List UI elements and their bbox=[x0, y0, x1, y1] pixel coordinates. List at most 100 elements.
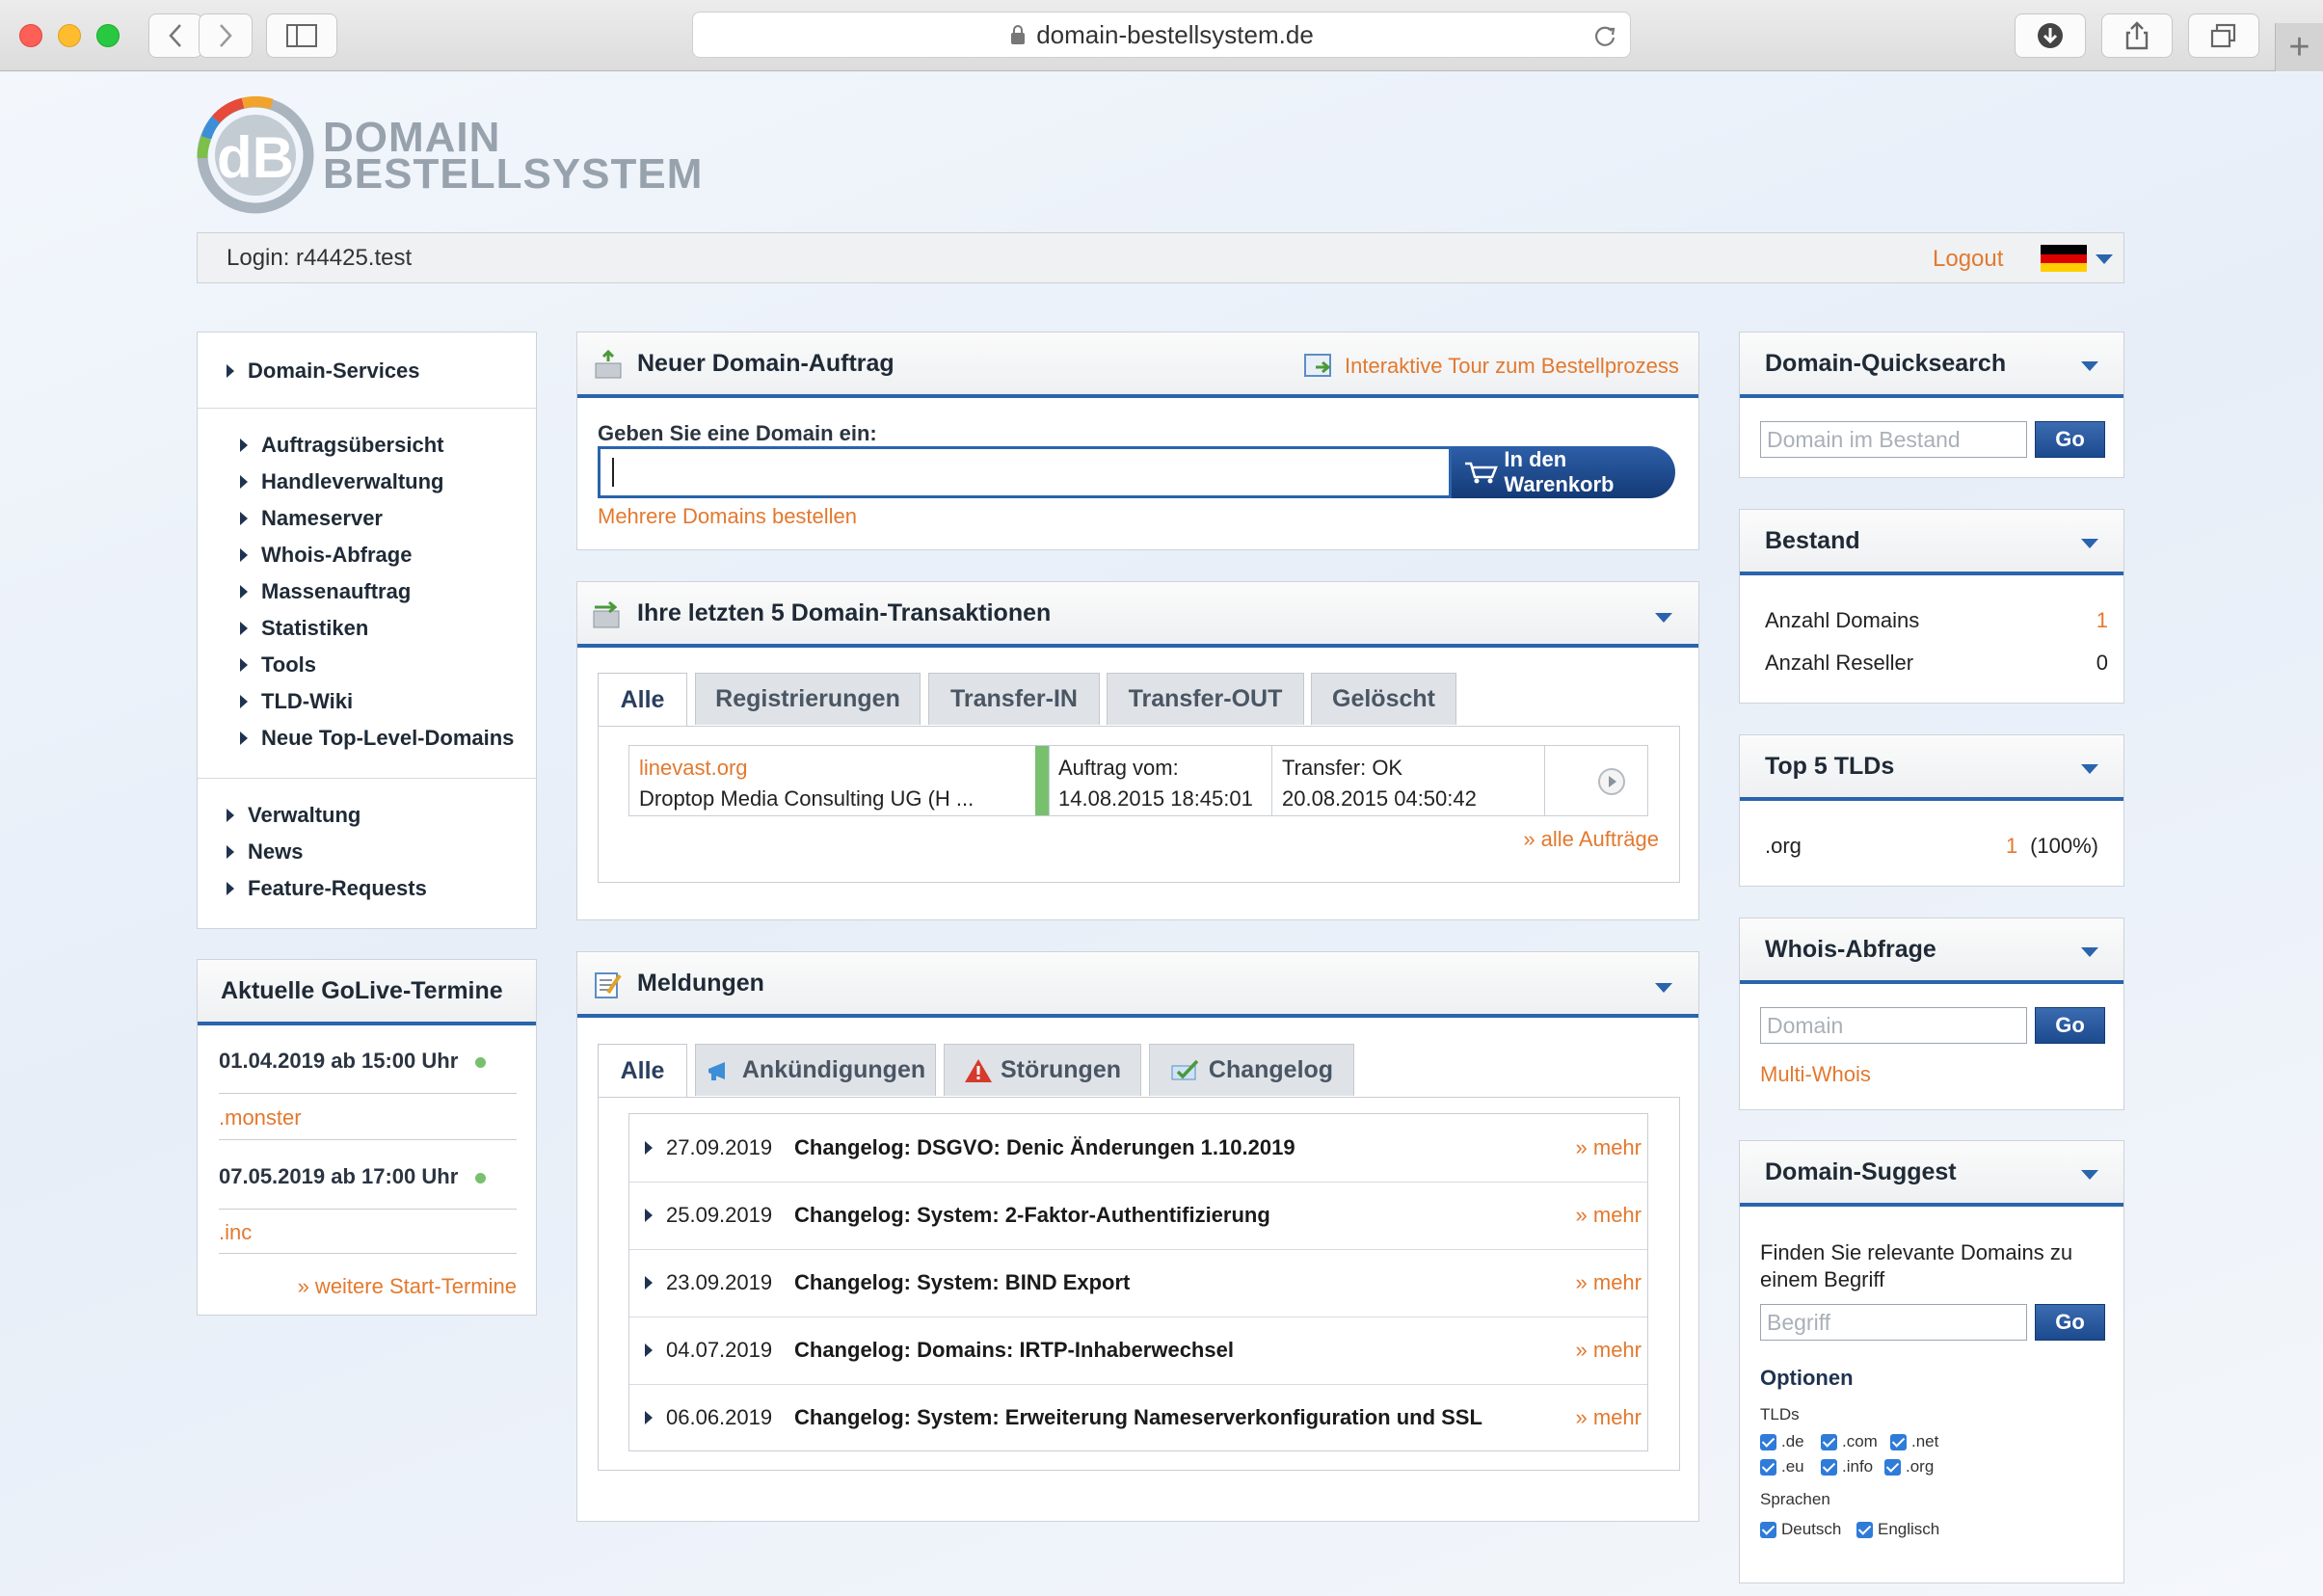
collapse-toggle-icon[interactable] bbox=[2081, 539, 2098, 548]
quicksearch-input[interactable]: Domain im Bestand bbox=[1760, 421, 2027, 458]
top-tlds-title: Top 5 TLDs bbox=[1740, 735, 2123, 801]
list-item[interactable]: 06.06.2019 Changelog: System: Erweiterun… bbox=[629, 1384, 1647, 1451]
golive-tld-link-1[interactable]: .monster bbox=[219, 1105, 302, 1130]
multi-whois-link[interactable]: Multi-Whois bbox=[1760, 1062, 1871, 1087]
interactive-tour-link[interactable]: Interaktive Tour zum Bestellprozess bbox=[1304, 352, 1679, 381]
more-link[interactable]: » mehr bbox=[1576, 1203, 1642, 1228]
reseller-count-label: Anzahl Reseller bbox=[1765, 651, 1914, 675]
sidebar-item-massenauftrag[interactable]: Massenauftrag bbox=[240, 579, 411, 604]
collapse-toggle-icon[interactable] bbox=[2081, 764, 2098, 774]
sidebar-item-news[interactable]: News bbox=[227, 839, 303, 864]
sidebar-item-tld-wiki[interactable]: TLD-Wiki bbox=[240, 689, 353, 714]
more-start-dates-link[interactable]: » weitere Start-Termine bbox=[298, 1274, 517, 1299]
tld-checkbox-org[interactable]: .org bbox=[1884, 1457, 1934, 1476]
german-flag-icon bbox=[2041, 245, 2087, 272]
logout-link[interactable]: Logout bbox=[1933, 246, 2003, 273]
more-link[interactable]: » mehr bbox=[1576, 1135, 1642, 1160]
sidebar-item-neue-tlds[interactable]: Neue Top-Level-Domains bbox=[240, 726, 514, 751]
sidebar-item-whois-abfrage[interactable]: Whois-Abfrage bbox=[240, 543, 412, 568]
tab-alle[interactable]: Alle bbox=[598, 1044, 687, 1097]
tab-registrierungen[interactable]: Registrierungen bbox=[695, 673, 921, 725]
tld-checkbox-info[interactable]: .info bbox=[1821, 1457, 1873, 1476]
triangle-right-icon bbox=[240, 512, 248, 525]
sidebar-item-handleverwaltung[interactable]: Handleverwaltung bbox=[240, 469, 443, 494]
lang-checkbox-deutsch[interactable]: Deutsch bbox=[1760, 1520, 1841, 1539]
tab-ankuendigungen[interactable]: Ankündigungen bbox=[695, 1044, 936, 1096]
sidebar-item-verwaltung[interactable]: Verwaltung bbox=[227, 803, 360, 828]
keyword-input[interactable]: Begriff bbox=[1760, 1304, 2027, 1341]
transaction-domain-link[interactable]: linevast.org bbox=[639, 756, 748, 781]
collapse-toggle-icon[interactable] bbox=[2081, 1170, 2098, 1180]
cart-add-icon bbox=[595, 350, 622, 379]
domain-count-value[interactable]: 1 bbox=[2096, 608, 2108, 633]
list-item[interactable]: 04.07.2019 Changelog: Domains: IRTP-Inha… bbox=[629, 1317, 1647, 1385]
domain-order-input[interactable] bbox=[598, 446, 1452, 498]
tab-transfer-out[interactable]: Transfer-OUT bbox=[1107, 673, 1304, 725]
sidebar-item-statistiken[interactable]: Statistiken bbox=[240, 616, 368, 641]
tab-stoerungen[interactable]: Störungen bbox=[944, 1044, 1141, 1096]
tld-checkbox-com[interactable]: .com bbox=[1821, 1432, 1878, 1451]
whois-go-button[interactable]: Go bbox=[2035, 1007, 2105, 1044]
sidebar-toggle-button[interactable] bbox=[266, 13, 337, 58]
collapse-toggle-icon[interactable] bbox=[1655, 983, 1672, 993]
all-orders-link[interactable]: » alle Aufträge bbox=[1523, 827, 1659, 852]
more-link[interactable]: » mehr bbox=[1576, 1338, 1642, 1363]
messages-tab-panel: 27.09.2019 Changelog: DSGVO: Denic Änder… bbox=[598, 1097, 1680, 1471]
transaction-row[interactable]: linevast.org Droptop Media Consulting UG… bbox=[628, 745, 1648, 816]
list-item[interactable]: 23.09.2019 Changelog: System: BIND Expor… bbox=[629, 1249, 1647, 1317]
tabs-overview-button[interactable] bbox=[2188, 13, 2259, 58]
sidebar-item-auftragsuebersicht[interactable]: Auftragsübersicht bbox=[240, 433, 443, 458]
checkbox-checked-icon bbox=[1821, 1434, 1837, 1451]
language-select[interactable] bbox=[2041, 245, 2113, 274]
tld-count[interactable]: 1 bbox=[2006, 834, 2017, 859]
domain-count-label: Anzahl Domains bbox=[1765, 608, 1920, 632]
sidebar-item-tools[interactable]: Tools bbox=[240, 652, 316, 678]
list-item[interactable]: 27.09.2019 Changelog: DSGVO: Denic Änder… bbox=[629, 1114, 1647, 1183]
sidebar-section-domain-services[interactable]: Domain-Services bbox=[227, 359, 420, 384]
more-link[interactable]: » mehr bbox=[1576, 1270, 1642, 1295]
forward-button[interactable] bbox=[199, 13, 253, 58]
whois-domain-input[interactable]: Domain bbox=[1760, 1007, 2027, 1044]
minimize-window-button[interactable] bbox=[58, 24, 81, 47]
sidebar-item-nameserver[interactable]: Nameserver bbox=[240, 506, 383, 531]
tab-alle[interactable]: Alle bbox=[598, 673, 687, 726]
sidebar-icon bbox=[286, 24, 317, 47]
maximize-window-button[interactable] bbox=[96, 24, 120, 47]
back-button[interactable] bbox=[148, 13, 202, 58]
checkbox-checked-icon bbox=[1760, 1522, 1776, 1539]
list-item[interactable]: 25.09.2019 Changelog: System: 2-Faktor-A… bbox=[629, 1182, 1647, 1250]
url-text: domain-bestellsystem.de bbox=[1036, 19, 1314, 49]
multiple-domains-link[interactable]: Mehrere Domains bestellen bbox=[598, 504, 857, 529]
downloads-button[interactable] bbox=[2015, 13, 2086, 58]
collapse-toggle-icon[interactable] bbox=[1655, 613, 1672, 623]
reload-icon[interactable] bbox=[1593, 24, 1616, 47]
address-bar[interactable]: domain-bestellsystem.de bbox=[692, 12, 1631, 58]
message-title: Changelog: System: Erweiterung Nameserve… bbox=[794, 1405, 1482, 1429]
sidebar-item-feature-requests[interactable]: Feature-Requests bbox=[227, 876, 427, 901]
tab-transfer-in[interactable]: Transfer-IN bbox=[928, 673, 1100, 725]
add-to-cart-button[interactable]: In den Warenkorb bbox=[1452, 446, 1675, 498]
site-logo[interactable]: dB DOMAIN BESTELLSYSTEM bbox=[195, 94, 744, 215]
message-date: 06.06.2019 bbox=[666, 1405, 773, 1429]
more-link[interactable]: » mehr bbox=[1576, 1405, 1642, 1430]
tab-geloescht[interactable]: Gelöscht bbox=[1311, 673, 1456, 725]
tab-changelog[interactable]: Changelog bbox=[1149, 1044, 1354, 1096]
lang-checkbox-englisch[interactable]: Englisch bbox=[1856, 1520, 1939, 1539]
whois-title: Whois-Abfrage bbox=[1740, 918, 2123, 984]
tld-checkbox-eu[interactable]: .eu bbox=[1760, 1457, 1804, 1476]
golive-tld-link-2[interactable]: .inc bbox=[219, 1220, 252, 1245]
share-button[interactable] bbox=[2101, 13, 2173, 58]
tld-checkbox-de[interactable]: .de bbox=[1760, 1432, 1804, 1451]
play-circle-icon[interactable] bbox=[1597, 767, 1626, 796]
new-tab-button[interactable]: + bbox=[2275, 23, 2323, 71]
quicksearch-title: Domain-Quicksearch bbox=[1740, 332, 2123, 398]
collapse-toggle-icon[interactable] bbox=[2081, 947, 2098, 957]
tld-checkbox-net[interactable]: .net bbox=[1890, 1432, 1938, 1451]
triangle-right-icon bbox=[645, 1343, 653, 1357]
suggest-go-button[interactable]: Go bbox=[2035, 1304, 2105, 1341]
tld-name: .org bbox=[1765, 834, 1802, 858]
collapse-toggle-icon[interactable] bbox=[2081, 361, 2098, 371]
close-window-button[interactable] bbox=[19, 24, 42, 47]
quicksearch-go-button[interactable]: Go bbox=[2035, 421, 2105, 458]
triangle-right-icon bbox=[227, 364, 234, 378]
